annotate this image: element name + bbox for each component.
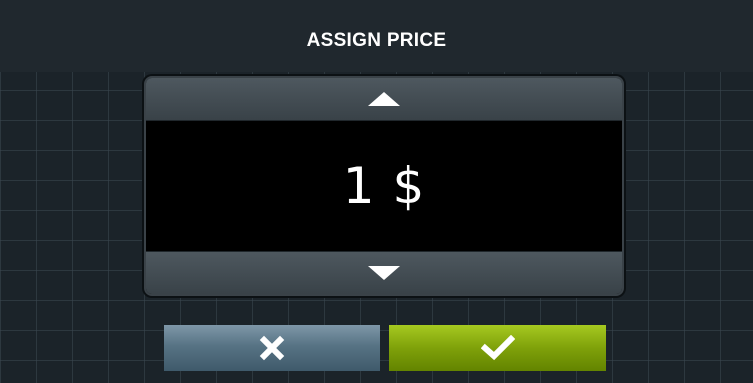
cancel-button[interactable] (164, 325, 380, 371)
page-title: ASSIGN PRICE (306, 30, 447, 51)
cross-icon (259, 335, 285, 361)
price-value-display: 1 $ (146, 120, 622, 252)
triangle-up-icon (368, 92, 400, 106)
decrement-button[interactable] (146, 251, 622, 294)
price-value: 1 $ (342, 157, 426, 215)
increment-button[interactable] (146, 78, 622, 121)
confirm-button[interactable] (389, 325, 606, 371)
checkmark-icon (480, 335, 515, 361)
price-spinner: 1 $ (144, 76, 624, 296)
triangle-down-icon (368, 266, 400, 280)
